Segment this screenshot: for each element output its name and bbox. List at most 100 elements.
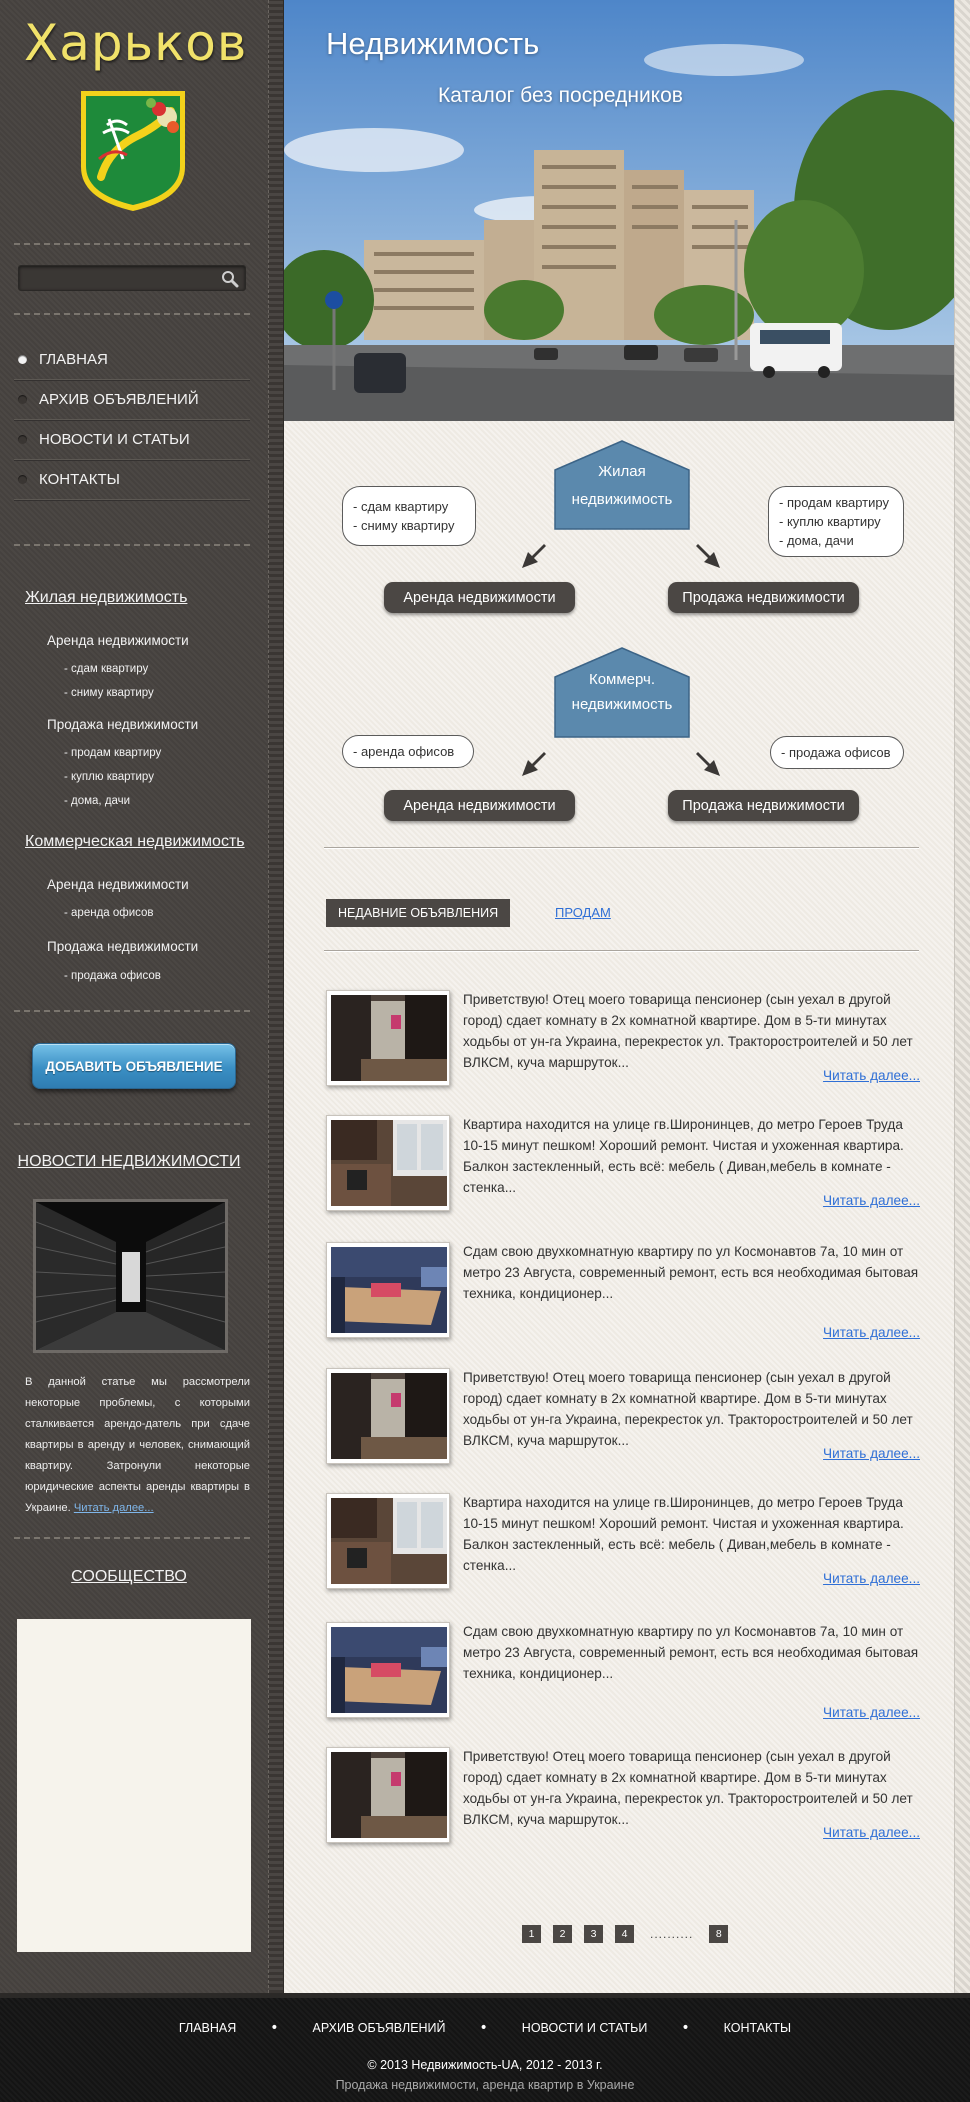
category-commercial[interactable]: Коммерческая недвижимость bbox=[25, 833, 245, 851]
search-icon[interactable] bbox=[221, 270, 239, 288]
bubble-line: - продам квартиру bbox=[779, 495, 889, 510]
category-commercial-rent[interactable]: Аренда недвижимости bbox=[47, 877, 189, 892]
listing-thumbnail[interactable] bbox=[326, 990, 450, 1086]
hero-photo bbox=[284, 0, 954, 421]
listing-read-more-link[interactable]: Читать далее... bbox=[823, 1325, 920, 1340]
kitchen-photo bbox=[331, 1120, 447, 1206]
bullet-icon: • bbox=[479, 2020, 488, 2036]
listing-text: Приветствую! Отец моего товарища пенсион… bbox=[463, 1749, 913, 1827]
divider bbox=[14, 544, 250, 546]
category-link[interactable]: - продажа офисов bbox=[64, 970, 161, 982]
page-1[interactable]: 1 bbox=[522, 1925, 541, 1943]
bullet-icon: • bbox=[270, 2020, 279, 2036]
category-residential-sale[interactable]: Продажа недвижимости bbox=[47, 717, 198, 732]
footer: ГЛАВНАЯ • АРХИВ ОБЪЯВЛЕНИЙ • НОВОСТИ И С… bbox=[0, 1993, 970, 2102]
listing-item: Квартира находится на улице гв.Широнинце… bbox=[326, 1115, 920, 1215]
community-heading: СООБЩЕСТВО bbox=[71, 1568, 187, 1585]
house-residential[interactable]: Жилая недвижимость bbox=[554, 440, 690, 530]
arrow-down-left-icon bbox=[522, 544, 546, 568]
bubble-line: - сдам квартиру bbox=[353, 499, 449, 514]
house-commercial[interactable]: Коммерч. недвижимость bbox=[554, 647, 690, 738]
listing-text: Квартира находится на улице гв.Широнинце… bbox=[463, 1495, 904, 1573]
listing-thumbnail[interactable] bbox=[326, 1368, 450, 1464]
add-listing-button[interactable]: ДОБАВИТЬ ОБЪЯВЛЕНИЕ bbox=[32, 1043, 236, 1089]
category-residential[interactable]: Жилая недвижимость bbox=[25, 589, 187, 607]
listing-read-more-link[interactable]: Читать далее... bbox=[823, 1068, 920, 1083]
sidebar: Харьков ГЛАВНАЯ АРХИВ ОБЪЯВЛЕНИЙ НОВОСТИ… bbox=[0, 0, 284, 1993]
divider bbox=[324, 847, 919, 848]
listing-thumbnail[interactable] bbox=[326, 1242, 450, 1338]
category-residential-rent[interactable]: Аренда недвижимости bbox=[47, 633, 189, 648]
office-rent-button[interactable]: Аренда недвижимости bbox=[384, 790, 575, 821]
bubble-line: - аренда офисов bbox=[353, 744, 455, 759]
hero-subtitle: Каталог без посредников bbox=[438, 84, 683, 107]
category-commercial-sale[interactable]: Продажа недвижимости bbox=[47, 939, 198, 954]
listing-read-more-link[interactable]: Читать далее... bbox=[823, 1571, 920, 1586]
category-link[interactable]: - продам квартиру bbox=[64, 747, 161, 759]
category-link[interactable]: - аренда офисов bbox=[64, 907, 154, 919]
footer-link-news[interactable]: НОВОСТИ И СТАТЬИ bbox=[522, 2021, 648, 2035]
footer-link-contacts[interactable]: КОНТАКТЫ bbox=[724, 2021, 791, 2035]
news-text: В данной статье мы рассмотрели некоторые… bbox=[25, 1376, 250, 1514]
speech-bubble-office-rent: - аренда офисов bbox=[342, 735, 474, 768]
house-label: недвижимость bbox=[571, 696, 673, 713]
listing-thumbnail[interactable] bbox=[326, 1622, 450, 1718]
category-link[interactable]: - сниму квартиру bbox=[64, 687, 154, 699]
listing-read-more-link[interactable]: Читать далее... bbox=[823, 1446, 920, 1461]
divider bbox=[324, 950, 919, 951]
table-photo bbox=[331, 1627, 447, 1713]
listing-read-more-link[interactable]: Читать далее... bbox=[823, 1705, 920, 1720]
page-last[interactable]: 8 bbox=[709, 1925, 729, 1943]
search-input[interactable] bbox=[19, 266, 209, 290]
category-link[interactable]: - сдам квартиру bbox=[64, 663, 148, 675]
rent-category-button[interactable]: Аренда недвижимости bbox=[384, 582, 575, 613]
bubble-line: - куплю квартиру bbox=[779, 514, 881, 529]
arrow-down-left-icon bbox=[522, 752, 546, 776]
listing-text: Квартира находится на улице гв.Широнинце… bbox=[463, 1117, 904, 1195]
news-read-more-link[interactable]: Читать далее... bbox=[74, 1502, 154, 1514]
tab-recent[interactable]: НЕДАВНИЕ ОБЪЯВЛЕНИЯ bbox=[326, 899, 511, 927]
listing-thumbnail[interactable] bbox=[326, 1115, 450, 1211]
listing-thumbnail[interactable] bbox=[326, 1747, 450, 1843]
bubble-line: - сниму квартиру bbox=[353, 518, 455, 533]
listing-item: Приветствую! Отец моего товарища пенсион… bbox=[326, 1747, 920, 1847]
city-title: Харьков bbox=[24, 14, 248, 72]
nav-item-contacts[interactable]: КОНТАКТЫ bbox=[14, 460, 250, 500]
bubble-line: - дома, дачи bbox=[779, 533, 854, 548]
nav-item-label: КОНТАКТЫ bbox=[39, 471, 120, 488]
page-2[interactable]: 2 bbox=[553, 1925, 572, 1943]
nav-item-archive[interactable]: АРХИВ ОБЪЯВЛЕНИЙ bbox=[14, 380, 250, 420]
footer-link-archive[interactable]: АРХИВ ОБЪЯВЛЕНИЙ bbox=[313, 2021, 446, 2035]
nav-item-news[interactable]: НОВОСТИ И СТАТЬИ bbox=[14, 420, 250, 460]
listing-item: Сдам свою двухкомнатную квартиру по ул К… bbox=[326, 1242, 920, 1342]
house-label: Коммерч. bbox=[588, 671, 656, 688]
listing-read-more-link[interactable]: Читать далее... bbox=[823, 1193, 920, 1208]
divider bbox=[14, 1537, 250, 1539]
listing-read-more-link[interactable]: Читать далее... bbox=[823, 1825, 920, 1840]
arrow-down-right-icon bbox=[696, 544, 720, 568]
category-link[interactable]: - куплю квартиру bbox=[64, 771, 154, 783]
speech-bubble-sale: - продам квартиру - куплю квартиру - дом… bbox=[768, 486, 904, 557]
room-photo bbox=[331, 1373, 447, 1459]
table-photo bbox=[331, 1247, 447, 1333]
bullet-icon bbox=[18, 475, 27, 484]
sale-category-button[interactable]: Продажа недвижимости bbox=[668, 582, 859, 613]
room-photo bbox=[331, 1752, 447, 1838]
news-heading[interactable]: НОВОСТИ НЕДВИЖИМОСТИ bbox=[0, 1153, 258, 1171]
arrow-down-right-icon bbox=[696, 752, 720, 776]
page-4[interactable]: 4 bbox=[615, 1925, 634, 1943]
nav-item-label: НОВОСТИ И СТАТЬИ bbox=[39, 431, 190, 448]
footer-link-home[interactable]: ГЛАВНАЯ bbox=[179, 2021, 236, 2035]
divider bbox=[14, 313, 250, 315]
nav-item-home[interactable]: ГЛАВНАЯ bbox=[14, 340, 250, 380]
page-3[interactable]: 3 bbox=[584, 1925, 603, 1943]
listing-thumbnail[interactable] bbox=[326, 1493, 450, 1589]
room-photo bbox=[331, 995, 447, 1081]
office-sale-button[interactable]: Продажа недвижимости bbox=[668, 790, 859, 821]
nav-item-label: ГЛАВНАЯ bbox=[39, 351, 108, 368]
right-border-strip bbox=[954, 0, 970, 1993]
category-link[interactable]: - дома, дачи bbox=[64, 795, 130, 807]
bullet-icon bbox=[18, 355, 27, 364]
news-photo[interactable] bbox=[33, 1199, 228, 1353]
tab-sell[interactable]: ПРОДАМ bbox=[555, 905, 611, 920]
